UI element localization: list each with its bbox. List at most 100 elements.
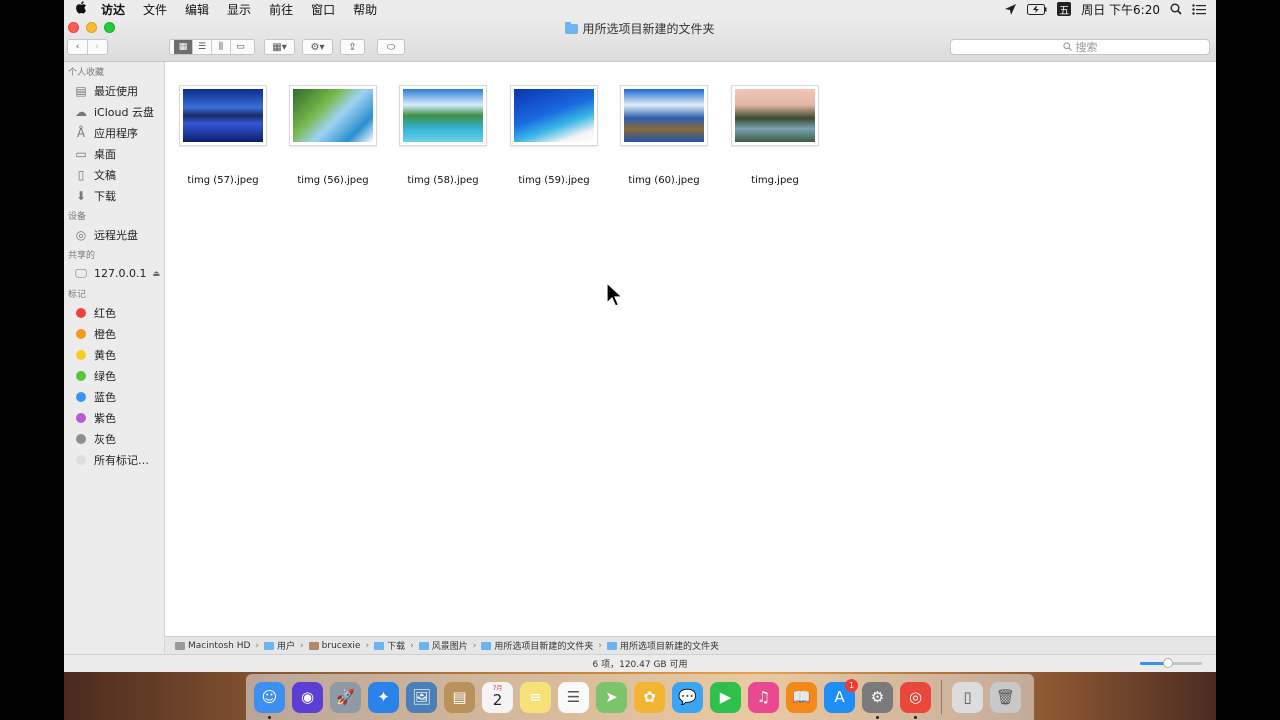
sidebar-tag-blue[interactable]: 蓝色 [64,386,164,407]
file-name[interactable]: timg (56).jpeg [283,175,383,186]
action-button[interactable]: ⚙▾ [302,39,333,55]
file-item[interactable]: timg (57).jpeg [173,86,273,186]
siri-icon[interactable]: ◉ [292,681,323,713]
file-name[interactable]: timg (58).jpeg [393,175,493,186]
title-bar[interactable]: 用所选项目新建的文件夹 ‹ › ▦ ☰ ⫼ ▭ ▦▾ ⚙▾ ⇪ ⬭ 搜索 [64,18,1216,62]
sidebar-tag-orange[interactable]: 橙色 [64,323,164,344]
sidebar-tag-red[interactable]: 红色 [64,302,164,323]
file-item[interactable]: timg (58).jpeg [393,86,493,186]
menu-finder[interactable]: 访达 [92,1,134,18]
share-button[interactable]: ⇪ [340,39,365,55]
path-crumb[interactable]: 用所选项目新建的文件夹 [606,639,719,652]
gallery-view-icon[interactable]: ▭ [231,40,250,54]
folder-icon [418,641,429,650]
tag-dot-icon [76,454,86,465]
system-preferences-icon[interactable]: ⚙ [862,681,893,719]
file-name[interactable]: timg.jpeg [725,175,825,186]
itunes-icon[interactable]: ♫ [748,681,779,713]
image-thumbnail[interactable] [180,86,266,145]
chrome-icon[interactable]: ◎ [900,681,931,719]
sidebar-tag-green[interactable]: 绿色 [64,365,164,386]
path-crumb[interactable]: 用所选项目新建的文件夹 [481,639,593,652]
menu-help[interactable]: 帮助 [344,1,386,18]
path-separator-icon: › [365,640,370,651]
appstore-icon[interactable]: A1 [824,678,858,713]
finder-icon[interactable]: ☺ [254,681,285,719]
image-thumbnail[interactable] [732,86,818,145]
sidebar-item-icloud[interactable]: ☁ iCloud 云盘 [64,101,164,122]
file-name[interactable]: timg (60).jpeg [614,175,714,186]
file-item[interactable]: timg (59).jpeg [504,86,604,186]
file-icon-view[interactable]: timg (57).jpeg timg (56).jpeg timg (58).… [165,62,1216,636]
sidebar-item-applications[interactable]: Å 应用程序 [64,122,164,143]
menu-edit[interactable]: 编辑 [176,1,218,18]
path-separator-icon: › [472,640,477,651]
menu-view[interactable]: 显示 [218,1,260,18]
apple-icon[interactable] [70,0,92,18]
sidebar-item-downloads[interactable]: ⬇ 下载 [64,185,164,206]
sidebar-section-shared: 共享的 [68,251,96,261]
tags-button[interactable]: ⬭ [377,39,405,55]
launchpad-icon[interactable]: 🚀 [330,681,361,713]
file-item[interactable]: timg (60).jpeg [614,86,714,186]
notes-icon[interactable]: ≡ [520,681,551,713]
path-crumb[interactable]: 用户 [264,639,295,652]
input-method-indicator[interactable]: 五 [1057,2,1072,17]
location-arrow-icon[interactable] [1004,3,1017,16]
path-crumb[interactable]: Macintosh HD [175,641,250,651]
sidebar-item-label: 紫色 [94,411,116,425]
forward-icon[interactable]: › [88,40,107,54]
sidebar-tag-yellow[interactable]: 黄色 [64,344,164,365]
reminders-icon[interactable]: ☰ [558,681,589,713]
image-thumbnail[interactable] [290,86,376,145]
group-by-button[interactable]: ▦▾ [264,39,295,55]
icon-view-icon[interactable]: ▦ [174,40,193,54]
home-icon [308,641,319,650]
image-thumbnail[interactable] [400,86,486,145]
menu-go[interactable]: 前往 [260,1,302,18]
icon-size-slider[interactable] [1140,658,1202,668]
trash-icon[interactable]: 🗑 [990,681,1021,713]
menu-bar: 访达 文件 编辑 显示 前往 窗口 帮助 五 周日 下午6:20 [64,0,1216,18]
sidebar-item-recents[interactable]: ▤ 最近使用 [64,80,164,101]
safari-icon[interactable]: ✦ [368,681,399,713]
preview-icon[interactable]: 🖼 [406,681,437,713]
ibooks-icon[interactable]: 📖 [786,681,817,713]
monitor-icon: 🖵 [75,266,87,280]
eject-icon[interactable]: ⏏ [152,269,160,278]
contacts-icon[interactable]: ▤ [444,681,475,713]
menu-window[interactable]: 窗口 [302,1,344,18]
back-icon[interactable]: ‹ [69,40,88,54]
image-thumbnail[interactable] [511,86,597,145]
sidebar-item-documents[interactable]: ▯ 文稿 [64,164,164,185]
maps-icon[interactable]: ➤ [596,681,627,713]
sidebar-item-remote-disc[interactable]: ◎ 远程光盘 [64,224,164,245]
column-view-icon[interactable]: ⫼ [212,40,231,54]
sidebar-item-shared-server[interactable]: 🖵 127.0.0.1 ⏏ [64,263,164,284]
notification-center-icon[interactable] [1192,3,1206,15]
menu-file[interactable]: 文件 [134,1,176,18]
sidebar-tag-gray[interactable]: 灰色 [64,428,164,449]
battery-icon[interactable] [1027,3,1047,15]
file-name[interactable]: timg (59).jpeg [504,175,604,186]
file-item[interactable]: timg.jpeg [725,86,825,186]
sidebar-item-desktop[interactable]: ▭ 桌面 [64,143,164,164]
photos-icon[interactable]: ✿ [634,681,665,713]
menubar-clock[interactable]: 周日 下午6:20 [1081,1,1160,18]
icon-size-slider-knob[interactable] [1162,658,1173,668]
file-name[interactable]: timg (57).jpeg [173,175,273,186]
facetime-icon[interactable]: ▶ [710,681,741,713]
spotlight-icon[interactable] [1170,3,1182,15]
image-thumbnail[interactable] [621,86,707,145]
messages-icon[interactable]: 💬 [672,681,703,713]
path-crumb[interactable]: 下载 [374,639,405,652]
sidebar-tag-all[interactable]: 所有标记… [64,449,164,470]
calendar-icon[interactable]: 7月 2 [482,681,513,713]
list-view-icon[interactable]: ☰ [193,40,212,54]
downloads-stack-icon[interactable]: ▯ [952,681,983,713]
path-crumb[interactable]: brucexie [308,641,360,651]
path-crumb[interactable]: 风景图片 [418,639,468,652]
file-item[interactable]: timg (56).jpeg [283,86,383,186]
search-input[interactable]: 搜索 [950,39,1210,55]
sidebar-tag-purple[interactable]: 紫色 [64,407,164,428]
